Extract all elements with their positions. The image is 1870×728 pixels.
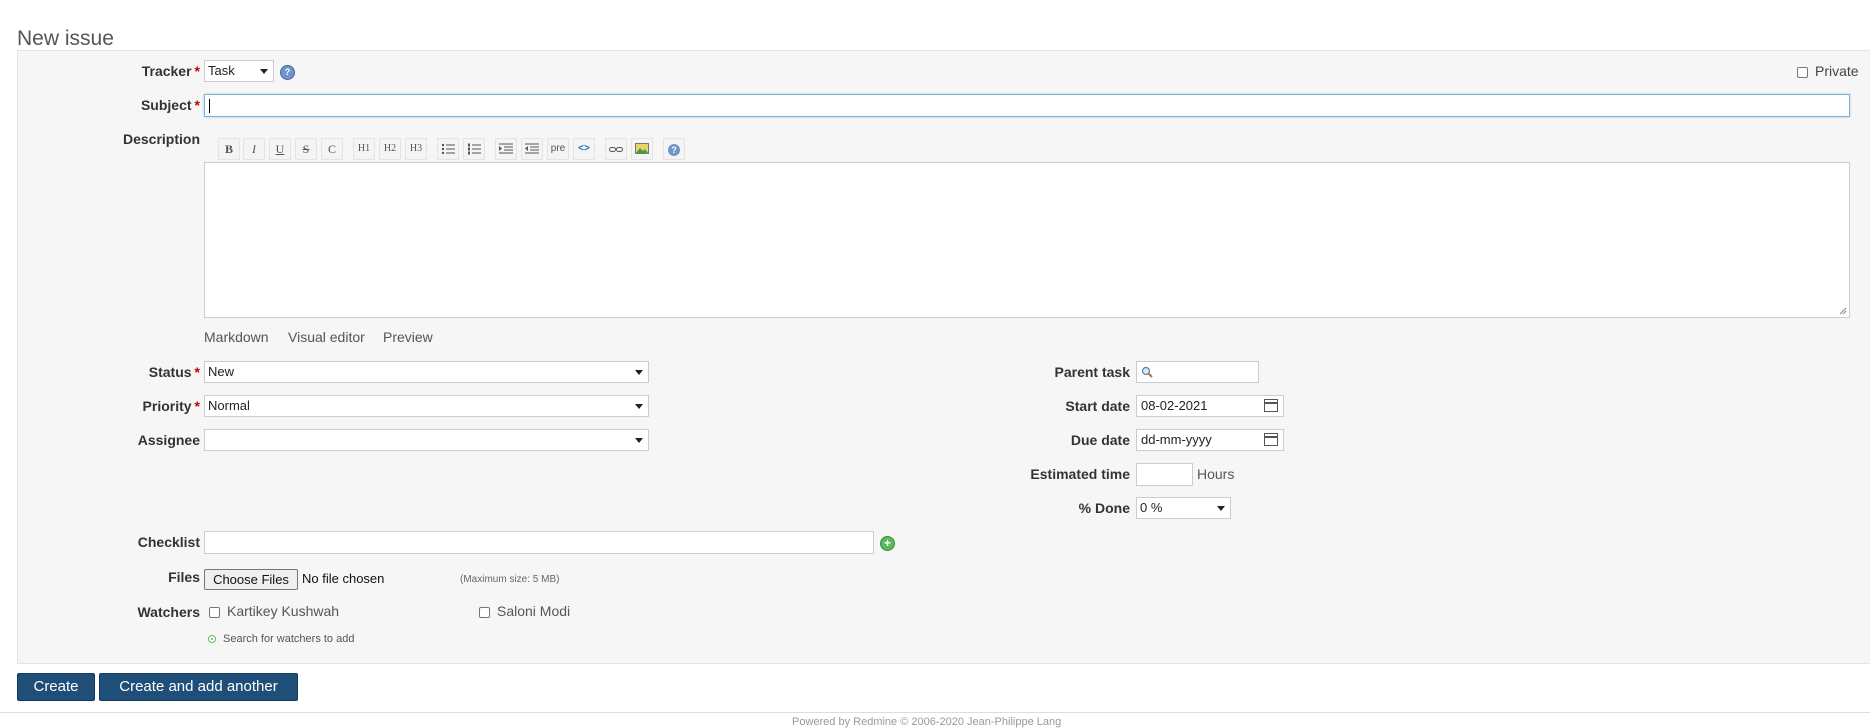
tab-markdown[interactable]: Markdown [204, 329, 269, 345]
private-label: Private [1815, 63, 1859, 79]
underline-button[interactable]: U [269, 138, 291, 160]
description-label: Description [122, 131, 200, 147]
preformatted-button[interactable]: pre [547, 138, 569, 160]
choose-files-button[interactable]: Choose Files [204, 569, 298, 590]
search-icon [1141, 366, 1153, 378]
search-watchers-link[interactable]: Search for watchers to add [223, 633, 354, 645]
outdent-icon[interactable] [521, 138, 543, 160]
watcher-checkbox[interactable] [209, 607, 220, 618]
status-label: Status * [148, 364, 200, 380]
due-date-input[interactable]: dd-mm-yyyy [1136, 429, 1284, 451]
tracker-select[interactable]: Task [204, 60, 274, 82]
percent-done-label: % Done [1078, 500, 1130, 516]
bullet-list-icon[interactable] [437, 138, 459, 160]
numbered-list-icon[interactable] [463, 138, 485, 160]
checklist-input[interactable] [204, 531, 874, 554]
page-title: New issue [17, 27, 114, 51]
hours-unit: Hours [1197, 466, 1235, 482]
file-status: No file chosen [302, 571, 385, 586]
resize-handle-icon[interactable] [1839, 307, 1847, 315]
estimated-time-input[interactable] [1136, 463, 1193, 486]
italic-button[interactable]: I [243, 138, 265, 160]
percent-done-select[interactable]: 0 % [1136, 497, 1231, 519]
watcher-checkbox[interactable] [479, 607, 490, 618]
bold-button[interactable]: B [218, 138, 240, 160]
parent-task-input[interactable] [1136, 361, 1259, 383]
create-button[interactable]: Create [17, 673, 95, 701]
tracker-label: Tracker * [141, 63, 200, 79]
code-block-icon[interactable]: <> [573, 138, 595, 160]
subject-label: Subject * [140, 97, 200, 113]
private-checkbox[interactable] [1797, 67, 1808, 78]
help-icon[interactable]: ? [663, 138, 685, 160]
add-watcher-icon[interactable] [208, 635, 216, 643]
heading1-button[interactable]: H1 [353, 138, 375, 160]
heading2-button[interactable]: H2 [379, 138, 401, 160]
calendar-icon[interactable] [1264, 399, 1278, 412]
watcher-name[interactable]: Saloni Modi [497, 603, 570, 619]
calendar-icon[interactable] [1264, 433, 1278, 446]
priority-select[interactable]: Normal [204, 395, 649, 417]
strikethrough-button[interactable]: S [295, 138, 317, 160]
code-inline-button[interactable]: C [321, 138, 343, 160]
heading3-button[interactable]: H3 [405, 138, 427, 160]
description-textarea[interactable] [204, 162, 1850, 318]
subject-input[interactable] [204, 94, 1850, 117]
tab-visual-editor[interactable]: Visual editor [288, 329, 365, 345]
help-icon[interactable]: ? [280, 65, 295, 80]
assignee-select[interactable] [204, 429, 649, 451]
status-select[interactable]: New [204, 361, 649, 383]
estimated-time-label: Estimated time [1030, 466, 1130, 482]
image-icon[interactable] [631, 138, 653, 160]
due-date-label: Due date [1070, 432, 1130, 448]
max-size-note: (Maximum size: 5 MB) [460, 574, 560, 585]
link-icon[interactable] [605, 138, 627, 160]
assignee-label: Assignee [137, 432, 200, 448]
files-label: Files [168, 569, 200, 585]
watchers-label: Watchers [137, 604, 200, 620]
indent-icon[interactable] [495, 138, 517, 160]
create-and-add-another-button[interactable]: Create and add another [99, 673, 298, 701]
footer-text: Powered by Redmine © 2006-2020 Jean-Phil… [792, 716, 1062, 728]
add-checklist-item-icon[interactable]: + [880, 536, 895, 551]
parent-task-label: Parent task [1054, 364, 1130, 380]
priority-label: Priority * [142, 398, 200, 414]
tab-preview[interactable]: Preview [383, 329, 433, 345]
start-date-input[interactable]: 08-02-2021 [1136, 395, 1284, 417]
start-date-label: Start date [1065, 398, 1130, 414]
footer-divider [0, 712, 1870, 713]
watcher-name[interactable]: Kartikey Kushwah [227, 603, 339, 619]
checklist-label: Checklist [137, 534, 200, 550]
